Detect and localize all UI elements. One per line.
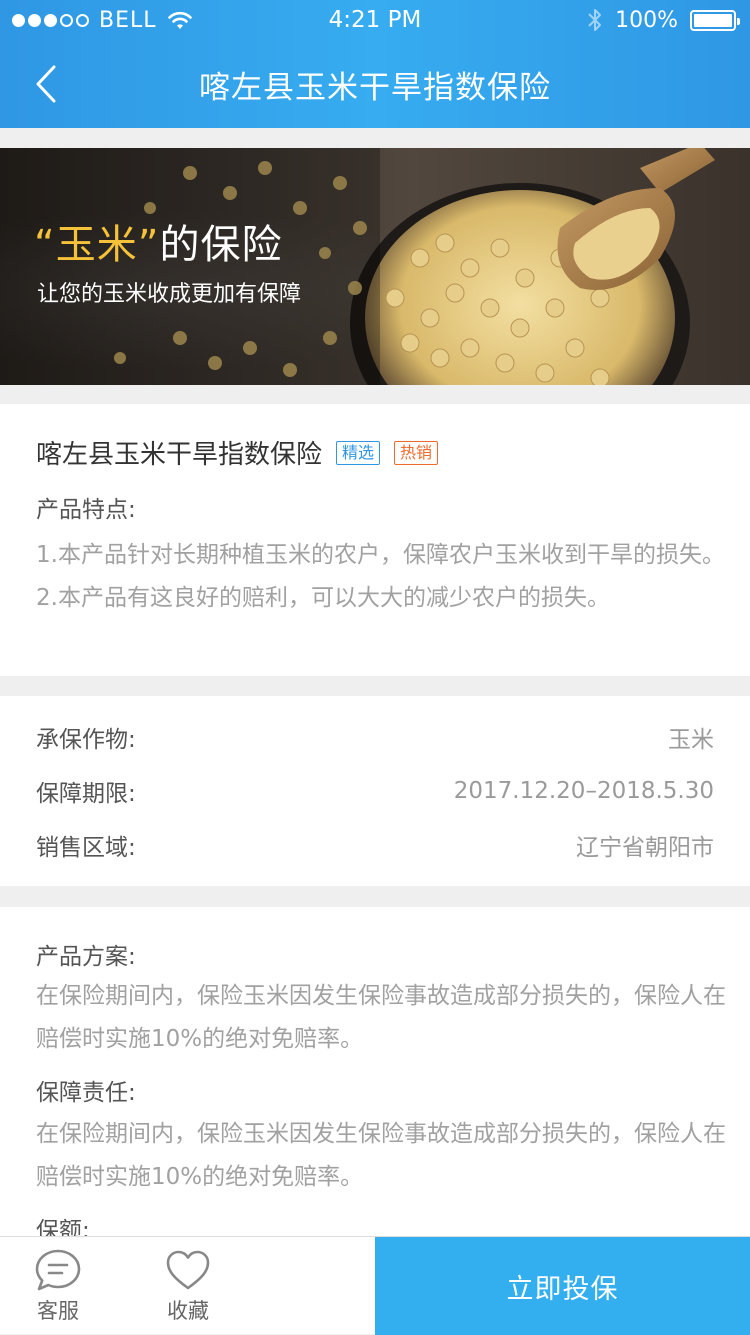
liability-label: 保障责任: <box>36 1080 136 1106</box>
product-name: 喀左县玉米干旱指数保险 <box>36 440 323 470</box>
customer-service-label: 客服 <box>37 1299 79 1323</box>
feature-item-2: 2.本产品有这良好的赔利，可以大大的减少农户的损失。 <box>36 585 610 611</box>
tag-featured: 精选 <box>336 440 381 465</box>
scheme-text: 在保险期间内，保险玉米因发生保险事故造成部分损失的，保险人在赔偿时实施10%的绝… <box>36 983 726 1052</box>
info-row-crop: 承保作物: 玉米 <box>36 720 714 754</box>
coverage-info-card: 承保作物: 玉米 保障期限: 2017.12.20–2018.5.30 销售区域… <box>0 696 750 886</box>
info-key: 保障期限: <box>36 781 136 807</box>
page-title: 喀左县玉米干旱指数保险 <box>199 70 551 106</box>
info-value: 2017.12.20–2018.5.30 <box>453 778 714 804</box>
banner-subtitle: 让您的玉米收成更加有保障 <box>37 282 302 307</box>
status-right: 100% <box>587 7 740 33</box>
info-row-region: 销售区域: 辽宁省朝阳市 <box>36 828 714 862</box>
product-banner: “玉米”的保险 让您的玉米收成更加有保障 <box>0 148 750 385</box>
banner-title-open-quote: “ <box>34 222 56 268</box>
nav-bar: 喀左县玉米干旱指数保险 <box>0 40 750 128</box>
buy-now-button[interactable]: 立即投保 <box>375 1237 750 1335</box>
feature-item-1: 1.本产品针对长期种植玉米的农户，保障农户玉米收到干旱的损失。 <box>36 542 725 568</box>
info-row-period: 保障期限: 2017.12.20–2018.5.30 <box>36 774 714 808</box>
customer-service-button[interactable]: 客服 <box>10 1247 106 1331</box>
heart-icon <box>166 1250 210 1290</box>
info-value: 玉米 <box>668 727 714 753</box>
banner-title-rest: 的保险 <box>159 222 283 268</box>
battery-icon <box>690 9 740 31</box>
app-header: BELL 4:21 PM 100% 喀左县玉米干旱指数保险 <box>0 0 750 128</box>
banner-title-highlight: 玉米 <box>55 222 138 268</box>
favorite-label: 收藏 <box>167 1299 209 1323</box>
product-card: 喀左县玉米干旱指数保险 精选 热销 产品特点: 1.本产品针对长期种植玉米的农户… <box>0 404 750 676</box>
liability-text: 在保险期间内，保险玉米因发生保险事故造成部分损失的，保险人在赔偿时实施10%的绝… <box>36 1121 726 1190</box>
bluetooth-icon <box>588 9 602 31</box>
banner-title: “玉米”的保险 <box>34 212 282 270</box>
product-name-row: 喀左县玉米干旱指数保险 精选 热销 <box>36 434 439 471</box>
features-label: 产品特点: <box>36 497 136 523</box>
amount-label: 保额: <box>36 1218 90 1237</box>
plan-details-card: 产品方案: 在保险期间内，保险玉米因发生保险事故造成部分损失的，保险人在赔偿时实… <box>0 907 750 1237</box>
features-text: 1.本产品针对长期种植玉米的农户，保障农户玉米收到干旱的损失。 2.本产品有这良… <box>36 534 726 620</box>
info-key: 承保作物: <box>36 727 136 753</box>
banner-title-close-quote: ” <box>137 222 160 268</box>
chat-bubble-icon <box>35 1249 81 1291</box>
status-bar: BELL 4:21 PM 100% <box>0 0 750 40</box>
scheme-label: 产品方案: <box>36 944 136 970</box>
tag-hot: 热销 <box>394 440 439 465</box>
battery-percent: 100% <box>615 7 678 33</box>
favorite-button[interactable]: 收藏 <box>140 1247 236 1331</box>
bottom-action-bar: 客服 收藏 立即投保 <box>0 1236 750 1335</box>
info-value: 辽宁省朝阳市 <box>576 835 714 861</box>
info-key: 销售区域: <box>36 835 136 861</box>
